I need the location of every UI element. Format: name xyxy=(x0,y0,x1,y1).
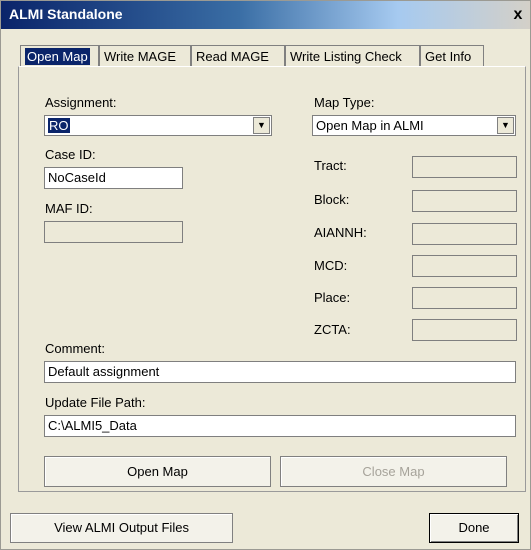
update-path-input[interactable]: C:\ALMI5_Data xyxy=(44,415,516,437)
open-map-button[interactable]: Open Map xyxy=(44,456,271,487)
window-title: ALMI Standalone xyxy=(9,6,123,22)
tab-write-mage[interactable]: Write MAGE xyxy=(99,45,191,66)
tract-input[interactable] xyxy=(412,156,517,178)
maf-id-input[interactable] xyxy=(44,221,183,243)
place-input[interactable] xyxy=(412,287,517,309)
maf-id-label: MAF ID: xyxy=(45,201,93,216)
close-map-button[interactable]: Close Map xyxy=(280,456,507,487)
block-input[interactable] xyxy=(412,190,517,212)
case-id-label: Case ID: xyxy=(45,147,96,162)
close-button[interactable]: x xyxy=(508,5,528,25)
assignment-dropdown[interactable]: RO ▼ xyxy=(44,115,272,136)
almi-window: ALMI Standalone x Open Map Write MAGE Re… xyxy=(0,0,531,550)
block-label: Block: xyxy=(314,192,350,207)
done-button[interactable]: Done xyxy=(429,513,519,543)
tract-label: Tract: xyxy=(314,158,347,173)
place-label: Place: xyxy=(314,290,351,305)
aiannh-input[interactable] xyxy=(412,223,517,245)
mcd-input[interactable] xyxy=(412,255,517,277)
comment-label: Comment: xyxy=(45,341,105,356)
aiannh-label: AIANNH: xyxy=(314,225,367,240)
chevron-down-icon[interactable]: ▼ xyxy=(497,117,514,134)
map-type-label: Map Type: xyxy=(314,95,375,110)
title-bar: ALMI Standalone x xyxy=(1,1,530,29)
view-output-files-button[interactable]: View ALMI Output Files xyxy=(10,513,233,543)
assignment-label: Assignment: xyxy=(45,95,117,110)
tab-read-mage[interactable]: Read MAGE xyxy=(191,45,285,66)
assignment-value: RO xyxy=(48,118,70,133)
case-id-input[interactable]: NoCaseId xyxy=(44,167,183,189)
zcta-input[interactable] xyxy=(412,319,517,341)
mcd-label: MCD: xyxy=(314,258,348,273)
comment-input[interactable]: Default assignment xyxy=(44,361,516,383)
update-path-label: Update File Path: xyxy=(45,395,146,410)
tab-open-map[interactable]: Open Map xyxy=(20,45,99,66)
tab-get-info[interactable]: Get Info xyxy=(420,45,484,66)
map-type-dropdown[interactable]: Open Map in ALMI ▼ xyxy=(312,115,516,136)
zcta-label: ZCTA: xyxy=(314,322,351,337)
map-type-value: Open Map in ALMI xyxy=(316,118,424,133)
chevron-down-icon[interactable]: ▼ xyxy=(253,117,270,134)
tab-write-listing-check[interactable]: Write Listing Check xyxy=(285,45,420,66)
